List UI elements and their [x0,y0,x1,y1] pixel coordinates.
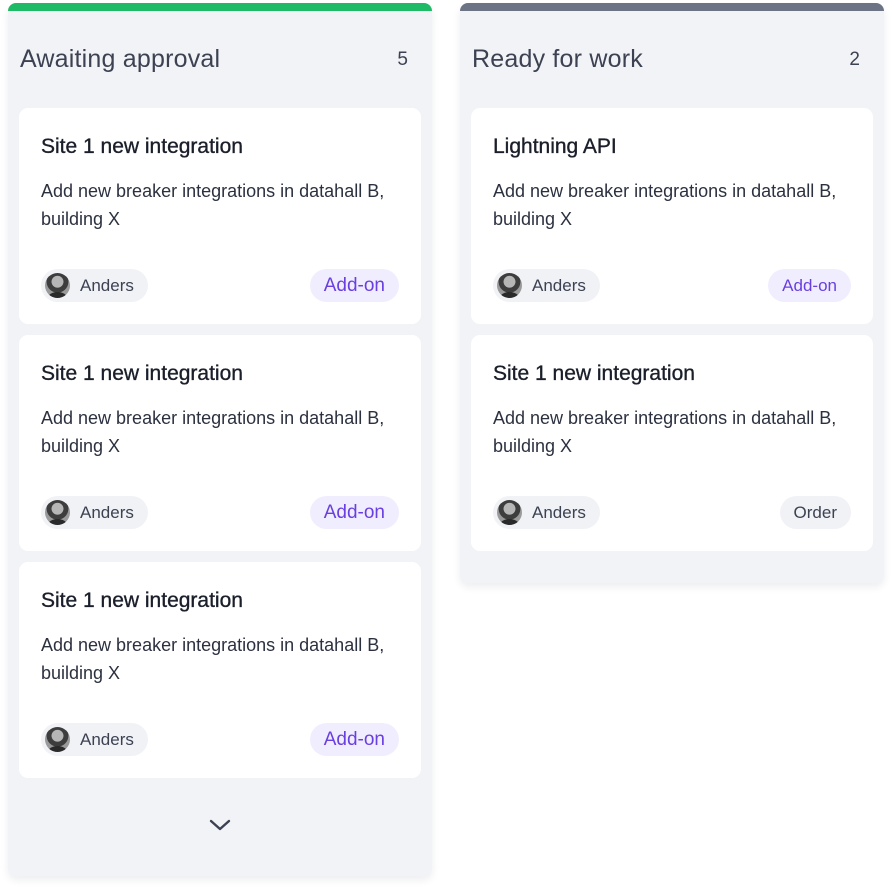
avatar [45,273,70,298]
assignee-name: Anders [80,502,134,522]
column-status-bar [8,3,432,11]
assignee-name: Anders [532,502,586,522]
card-description: Add new breaker integrations in datahall… [41,181,385,229]
column-ready-for-work: Ready for work 2 Lightning API Add new b… [460,3,884,583]
card-title: Site 1 new integration [41,589,243,612]
card-title: Site 1 new integration [41,362,243,385]
avatar [497,273,522,298]
task-card[interactable]: Site 1 new integration Add new breaker i… [19,108,421,324]
assignee-chip[interactable]: Anders [41,269,148,302]
assignee-chip[interactable]: Anders [41,723,148,756]
assignee-chip[interactable]: Anders [493,496,600,529]
column-count: 5 [397,48,408,70]
column-header: Ready for work 2 [472,45,860,74]
assignee-chip[interactable]: Anders [493,269,600,302]
avatar [497,500,522,525]
card-title: Site 1 new integration [41,135,243,158]
card-title: Site 1 new integration [493,362,695,385]
task-card[interactable]: Site 1 new integration Add new breaker i… [19,562,421,778]
task-card[interactable]: Site 1 new integration Add new breaker i… [19,335,421,551]
card-description: Add new breaker integrations in datahall… [493,408,837,456]
chevron-down-icon [209,819,231,831]
tag-badge[interactable]: Add-on [309,496,399,529]
column-count: 2 [849,48,860,70]
tag-badge[interactable]: Add-on [309,723,399,756]
task-card[interactable]: Site 1 new integration Add new breaker i… [471,335,873,551]
column-title: Ready for work [472,45,643,73]
tag-badge[interactable]: Add-on [768,269,851,302]
card-description: Add new breaker integrations in datahall… [41,408,385,456]
tag-badge[interactable]: Add-on [309,269,399,302]
column-title: Awaiting approval [20,45,221,73]
task-card[interactable]: Lightning API Add new breaker integratio… [471,108,873,324]
card-description: Add new breaker integrations in datahall… [41,635,385,683]
card-title: Lightning API [493,135,617,158]
assignee-name: Anders [532,275,586,295]
column-header: Awaiting approval 5 [20,45,408,74]
assignee-chip[interactable]: Anders [41,496,148,529]
tag-badge[interactable]: Order [779,496,851,529]
avatar [45,500,70,525]
column-status-bar [460,3,884,11]
card-description: Add new breaker integrations in datahall… [493,181,837,229]
expand-column-button[interactable] [204,811,236,839]
column-awaiting-approval: Awaiting approval 5 Site 1 new integrati… [8,3,432,876]
assignee-name: Anders [80,729,134,749]
avatar [45,727,70,752]
assignee-name: Anders [80,275,134,295]
